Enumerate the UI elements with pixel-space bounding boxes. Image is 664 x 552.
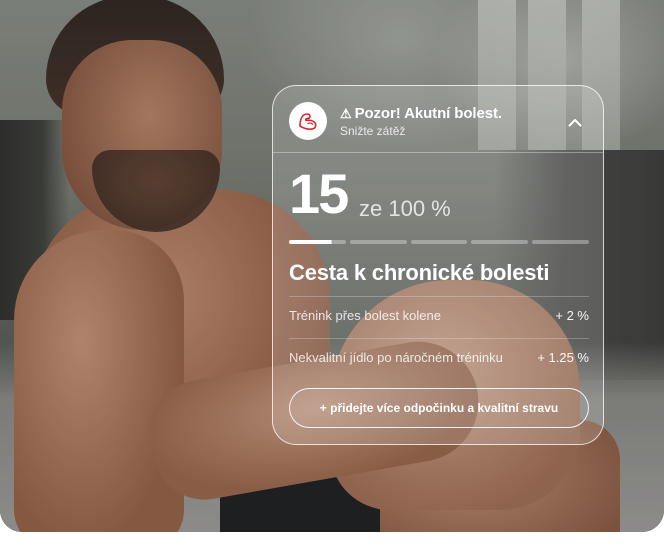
progress-segment [471,240,529,244]
progress-segment [532,240,589,244]
add-rest-button[interactable]: + přidejte více odpočinku a kvalitní str… [289,388,589,428]
alert-header: ⚠ Pozor! Akutní bolest. Snižte zátěž [273,86,603,153]
alert-title: ⚠ Pozor! Akutní bolest. [340,105,502,122]
pain-alert-card: ⚠ Pozor! Akutní bolest. Snižte zátěž 15 z… [272,85,604,445]
progress-segment [289,240,346,244]
factor-value: + 1.25 % [537,350,589,365]
pain-score-value: 15 [289,162,349,225]
hero-frame: ⚠ Pozor! Akutní bolest. Snižte zátěž 15 z… [0,0,664,532]
factor-label: Trénink přes bolest kolene [289,308,441,323]
chevron-up-icon [568,118,582,126]
list-item: Nekvalitní jídlo po náročném tréninku + … [289,338,589,380]
progress-segment [410,240,468,244]
pain-progress-bar [289,240,589,245]
progress-segment [349,240,407,244]
card-title: Cesta k chronické bolesti [289,260,550,285]
flexed-arm-icon [299,113,317,130]
list-item: Trénink přes bolest kolene + 2 % [289,296,589,338]
alert-title-text: Pozor! Akutní bolest. [354,105,502,122]
pain-score-suffix: ze 100 % [359,196,451,221]
factor-value: + 2 % [555,308,589,323]
factor-list: Trénink přes bolest kolene + 2 % Nekvali… [289,296,589,380]
factor-label: Nekvalitní jídlo po náročném tréninku [289,350,503,365]
alert-avatar [289,102,327,140]
alert-subtitle: Snižte zátěž [340,124,406,138]
collapse-button[interactable] [563,110,587,134]
warning-icon: ⚠ [340,106,352,121]
